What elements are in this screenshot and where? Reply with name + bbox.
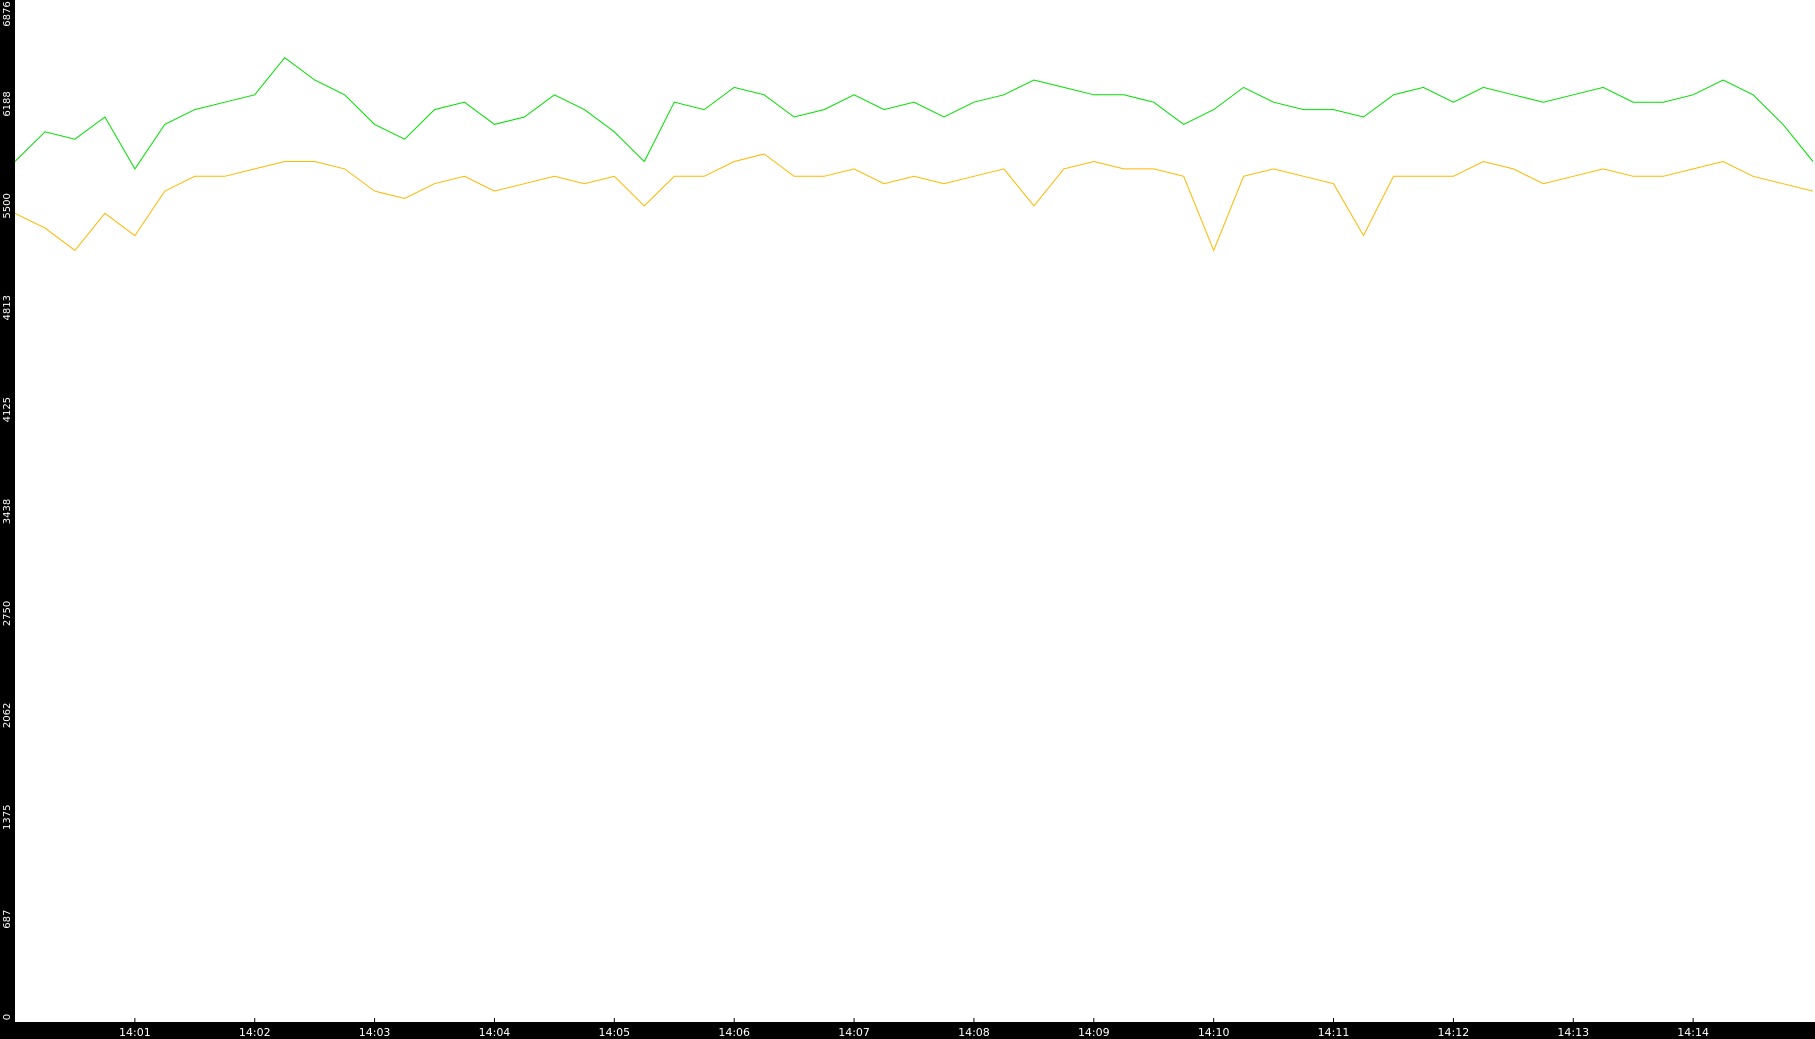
y-tick-label: 6876 xyxy=(2,1,13,26)
y-tick-label: 4813 xyxy=(2,295,13,320)
y-tick-label: 1375 xyxy=(2,805,13,830)
y-tick-label: 4125 xyxy=(2,397,13,422)
x-tick-label: 14:13 xyxy=(1557,1026,1589,1039)
x-tick-label: 14:07 xyxy=(838,1026,870,1039)
chart-canvas: 0 687 1375 2062 2750 3438 4125 4813 5500 6188 6876… xyxy=(0,0,1815,1039)
y-tick-label: 6188 xyxy=(2,91,13,116)
line-chart: 0 687 1375 2062 2750 3438 4125 4813 5500 6188 6876… xyxy=(0,0,1815,1039)
x-tick-label: 14:02 xyxy=(239,1026,271,1039)
y-tick-label: 0 xyxy=(2,1014,13,1020)
x-tick-label: 14:09 xyxy=(1078,1026,1110,1039)
plot-background xyxy=(0,0,1815,1039)
x-tick-label: 14:11 xyxy=(1318,1026,1350,1039)
x-tick-label: 14:01 xyxy=(119,1026,151,1039)
x-tick-label: 14:08 xyxy=(958,1026,990,1039)
x-tick-label: 14:14 xyxy=(1677,1026,1709,1039)
y-tick-label: 2062 xyxy=(2,703,13,728)
x-tick-label: 14:12 xyxy=(1438,1026,1470,1039)
x-tick-label: 14:05 xyxy=(598,1026,630,1039)
x-tick-label: 14:10 xyxy=(1198,1026,1230,1039)
y-tick-label: 2750 xyxy=(2,601,13,626)
x-tick-label: 14:04 xyxy=(479,1026,511,1039)
y-tick-label: 687 xyxy=(2,910,13,929)
x-tick-label: 14:06 xyxy=(718,1026,750,1039)
y-tick-label: 5500 xyxy=(2,193,13,218)
y-tick-label: 3438 xyxy=(2,499,13,524)
x-tick-label: 14:03 xyxy=(359,1026,391,1039)
x-axis-strip xyxy=(0,1022,1815,1039)
